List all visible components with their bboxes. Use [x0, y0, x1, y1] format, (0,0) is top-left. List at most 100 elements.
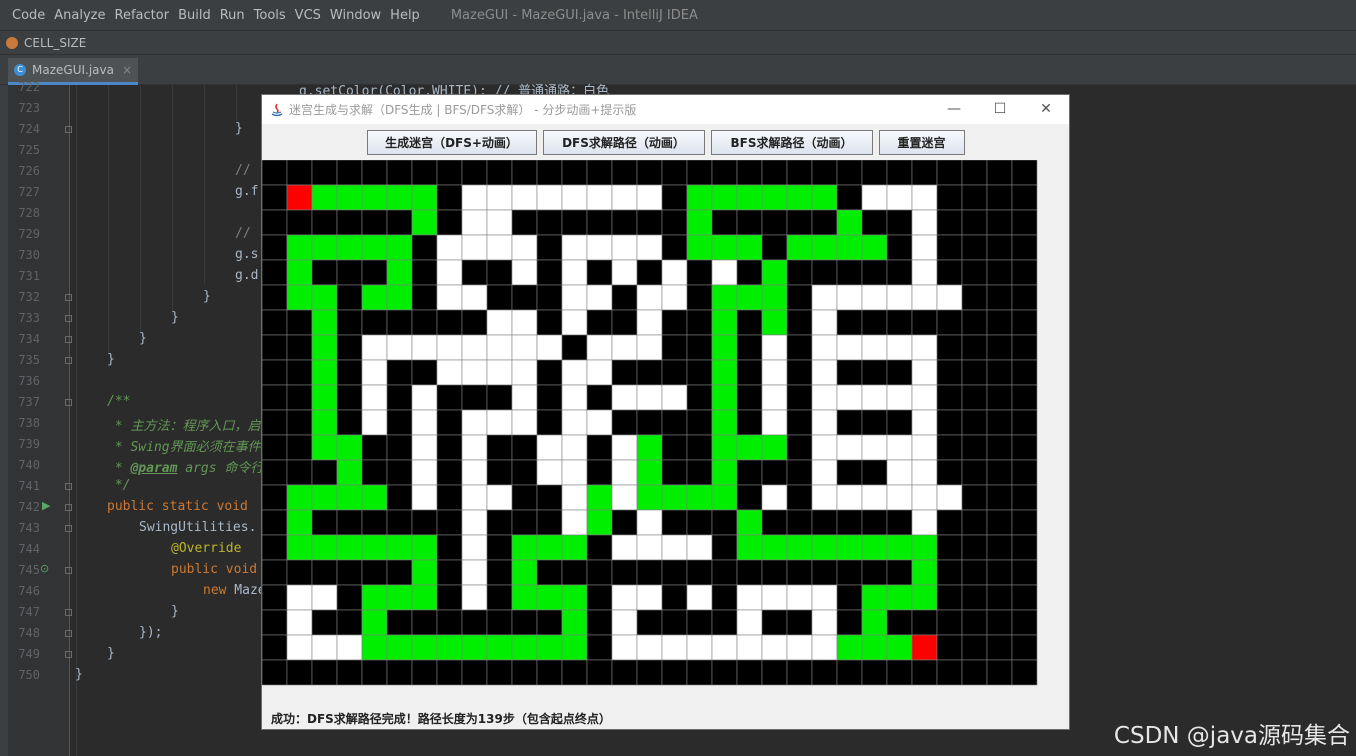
maze-cell-wall — [262, 584, 288, 611]
close-button[interactable]: ✕ — [1023, 95, 1069, 124]
menu-vcs[interactable]: VCS — [295, 8, 321, 23]
menu-build[interactable]: Build — [178, 8, 211, 23]
maze-cell-wall — [561, 334, 588, 361]
maze-cell-passage — [661, 634, 688, 661]
maze-cell-path — [686, 209, 713, 236]
maze-cell-wall — [836, 184, 863, 211]
maze-cell-passage — [811, 434, 838, 461]
maze-cell-path — [361, 484, 388, 511]
maze-cell-wall — [786, 509, 813, 536]
menu-analyze[interactable]: Analyze — [54, 8, 105, 23]
maze-cell-wall — [911, 659, 938, 686]
maze-cell-passage — [836, 284, 863, 311]
maze-cell-path — [836, 234, 863, 261]
maze-cell-path — [836, 209, 863, 236]
maze-cell-passage — [911, 359, 938, 386]
maze-cell-passage — [636, 184, 663, 211]
maze-cell-path — [686, 184, 713, 211]
maze-cell-wall — [511, 434, 538, 461]
maze-cell-wall — [1011, 284, 1038, 311]
bfs-solve-button[interactable]: BFS求解路径（动画） — [710, 130, 873, 155]
tab-close-icon[interactable]: × — [122, 63, 132, 77]
maze-cell-wall — [486, 509, 513, 536]
maze-cell-passage — [636, 584, 663, 611]
maze-cell-path — [286, 234, 313, 261]
maze-cell-wall — [761, 160, 788, 186]
maze-cell-wall — [361, 259, 388, 286]
maze-cell-passage — [561, 359, 588, 386]
maze-cell-passage — [486, 234, 513, 261]
minimize-button[interactable]: — — [931, 95, 977, 124]
maze-cell-wall — [262, 559, 288, 586]
run-gutter-icon[interactable]: ▶ — [42, 499, 50, 512]
generate-maze-button[interactable]: 生成迷宫（DFS+动画） — [366, 130, 537, 155]
maze-cell-path — [411, 584, 438, 611]
maze-cell-path — [286, 259, 313, 286]
maze-cell-wall — [661, 659, 688, 686]
maze-cell-passage — [361, 409, 388, 436]
menu-refactor[interactable]: Refactor — [115, 8, 170, 23]
maze-cell-wall — [262, 359, 288, 386]
maze-cell-wall — [286, 334, 313, 361]
menu-code[interactable]: Code — [12, 8, 45, 23]
maze-cell-wall — [311, 659, 338, 686]
maze-cell-wall — [761, 659, 788, 686]
menu-tools[interactable]: Tools — [254, 8, 286, 23]
maze-cell-path — [311, 409, 338, 436]
maze-cell-wall — [262, 409, 288, 436]
menu-help[interactable]: Help — [390, 8, 420, 23]
maze-cell-passage — [911, 284, 938, 311]
maze-cell-wall — [511, 659, 538, 686]
maze-cell-passage — [636, 334, 663, 361]
maze-cell-passage — [411, 484, 438, 511]
maze-cell-wall — [936, 259, 963, 286]
maze-cell-passage — [486, 359, 513, 386]
maze-cell-wall — [286, 384, 313, 411]
menu-run[interactable]: Run — [220, 8, 245, 23]
maze-cell-wall — [586, 209, 613, 236]
maze-cell-wall — [511, 609, 538, 636]
maze-cell-wall — [736, 160, 763, 186]
dfs-solve-button[interactable]: DFS求解路径（动画） — [542, 130, 705, 155]
maze-cell-path — [311, 359, 338, 386]
breadcrumb[interactable]: CELL_SIZE — [24, 36, 86, 50]
maze-cell-passage — [486, 484, 513, 511]
maze-cell-passage — [811, 334, 838, 361]
maze-cell-wall — [262, 184, 288, 211]
maze-cell-wall — [386, 160, 413, 186]
maze-cell-wall — [936, 309, 963, 336]
maximize-button[interactable]: ☐ — [977, 95, 1023, 124]
maze-cell-path — [786, 184, 813, 211]
maze-cell-wall — [636, 259, 663, 286]
maze-cell-wall — [436, 209, 463, 236]
maze-cell-wall — [536, 284, 563, 311]
maze-cell-wall — [961, 384, 988, 411]
reset-maze-button[interactable]: 重置迷宫 — [878, 130, 965, 155]
maze-cell-wall — [686, 309, 713, 336]
maze-cell-passage — [586, 234, 613, 261]
maze-cell-wall — [611, 559, 638, 586]
maze-cell-passage — [811, 484, 838, 511]
line-number: 748 — [18, 626, 40, 640]
maze-cell-wall — [636, 409, 663, 436]
maze-cell-wall — [861, 209, 888, 236]
maze-cell-passage — [636, 309, 663, 336]
maze-cell-path — [361, 534, 388, 561]
window-titlebar[interactable]: 迷宫生成与求解（DFS生成 | BFS/DFS求解） - 分步动画+提示版 — … — [262, 95, 1069, 124]
maze-cell-wall — [736, 659, 763, 686]
maze-cell-wall — [711, 584, 738, 611]
menu-window[interactable]: Window — [330, 8, 381, 23]
maze-cell-wall — [836, 459, 863, 486]
maze-cell-wall — [786, 334, 813, 361]
maze-cell-passage — [461, 359, 488, 386]
maze-cell-passage — [411, 334, 438, 361]
maze-cell-passage — [611, 484, 638, 511]
maze-cell-wall — [336, 160, 363, 186]
maze-cell-wall — [836, 659, 863, 686]
maze-cell-wall — [361, 309, 388, 336]
maze-cell-passage — [611, 584, 638, 611]
maze-cell-wall — [686, 559, 713, 586]
maze-cell-wall — [361, 659, 388, 686]
maze-cell-path — [411, 559, 438, 586]
override-gutter-icon[interactable]: ⊙ — [40, 562, 49, 575]
